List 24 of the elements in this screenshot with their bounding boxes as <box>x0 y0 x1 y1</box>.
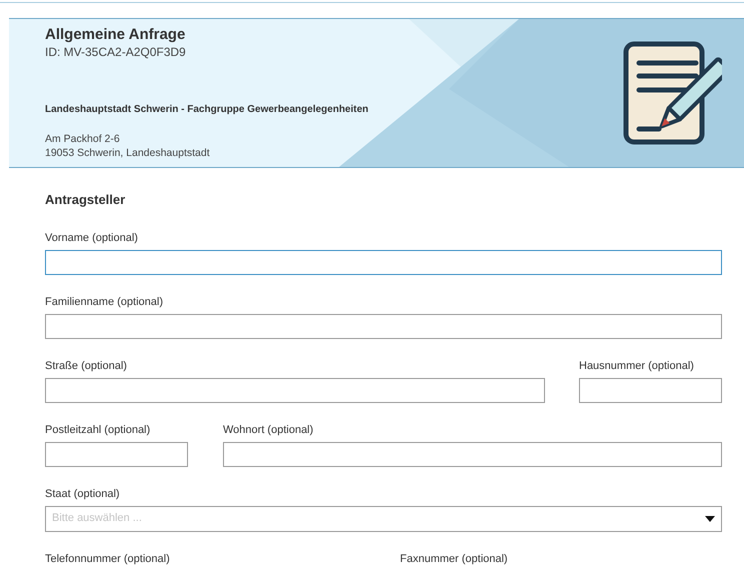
address-line: Am Packhof 2-6 <box>45 132 121 146</box>
form-title: Allgemeine Anfrage <box>45 26 186 44</box>
input-field[interactable] <box>45 314 722 338</box>
authority-name: Landeshauptstadt Schwerin - Fachgruppe Gewerbeangelegenheiten <box>45 103 370 117</box>
field-label: Vorname (optional) <box>45 232 139 244</box>
field-label: Wohnort (optional) <box>223 424 314 436</box>
address-line: 19053 Schwerin, Landeshauptstadt <box>45 146 211 160</box>
field-label: Faxnummer (optional) <box>400 552 509 566</box>
document-pen-icon <box>622 41 722 145</box>
caret-icon <box>705 516 715 522</box>
input-field[interactable] <box>45 378 545 402</box>
form-id: ID: MV-35CA2-A2Q0F3D9 <box>45 45 187 60</box>
section-heading: Antragsteller <box>45 191 126 209</box>
field-label: Hausnummer (optional) <box>579 360 695 372</box>
field-label: Telefonnummer (optional) <box>45 552 171 566</box>
field-label: Postleitzahl (optional) <box>45 424 152 436</box>
country-select[interactable]: Bitte auswählen ... <box>45 506 722 532</box>
field-label: Familienname (optional) <box>45 296 164 308</box>
input-field[interactable] <box>45 442 188 466</box>
input-field[interactable] <box>579 378 722 402</box>
field-label: Straße (optional) <box>45 360 128 372</box>
input-field[interactable] <box>45 250 722 274</box>
field-label: Staat (optional) <box>45 488 121 500</box>
input-field[interactable] <box>223 442 722 466</box>
